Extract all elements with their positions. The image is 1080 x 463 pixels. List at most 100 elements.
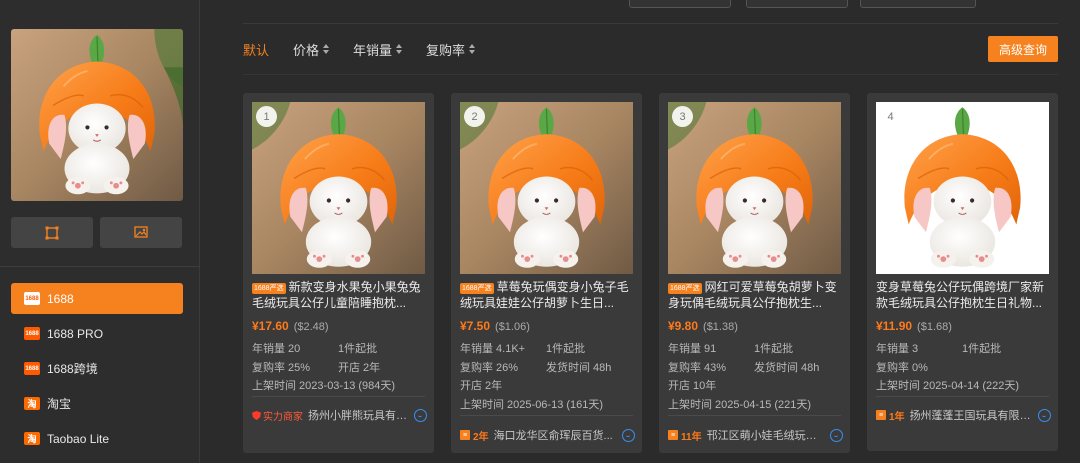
rank-badge: 3 — [672, 106, 693, 127]
1688-logo-icon: 1688 — [24, 292, 40, 305]
product-image[interactable]: 1 — [252, 102, 425, 274]
sidebar-item-label: 1688 PRO — [47, 326, 104, 341]
product-card[interactable]: 1 1688严选 新款变身水果兔小果兔兔毛绒玩具公仔儿童陪睡抱枕... ¥17.6… — [243, 93, 434, 453]
sort-label: 价格 — [293, 42, 320, 58]
1688-logo-icon: 1688 — [24, 362, 40, 375]
shop-age: 开店 2年 — [338, 362, 381, 374]
divider — [243, 74, 1058, 75]
sort-arrows-icon — [396, 44, 403, 54]
product-price: ¥9.80 ($1.38) — [668, 319, 738, 333]
product-price: ¥17.60 ($2.48) — [252, 319, 329, 333]
rank-badge: 1 — [256, 106, 277, 127]
shop-row[interactable]: ≡ 1年 扬州蓬蓬王国玩具有限公... — [876, 407, 1051, 423]
sort-annual-sales[interactable]: 年销量 — [353, 40, 403, 59]
product-price: ¥11.90 ($1.68) — [876, 319, 952, 333]
shop-row[interactable]: ≡ 2年 海口龙华区俞珲辰百货... — [460, 427, 635, 443]
annual-sales: 年销量 91 — [668, 343, 717, 355]
price-cny: ¥9.80 — [668, 319, 699, 333]
sort-default[interactable]: 默认 — [243, 40, 269, 59]
power-merchant-badge: 实力商家 — [252, 408, 303, 423]
card-divider — [668, 415, 841, 416]
sort-bar: 默认 价格 年销量 复购率 — [243, 35, 499, 63]
product-image[interactable]: 2 — [460, 102, 633, 274]
listed-date: 上架时间 2025-04-15 (221天) — [668, 399, 812, 411]
shop-name[interactable]: 扬州蓬蓬王国玩具有限公... — [910, 407, 1032, 423]
shop-years-icon: ≡ — [668, 430, 678, 440]
crop-button[interactable] — [11, 217, 93, 248]
card-divider — [252, 396, 425, 397]
shop-years-icon: ≡ — [876, 410, 886, 420]
repurchase-rate: 复购率 43% — [668, 362, 727, 374]
product-title-text: 变身草莓兔公仔玩偶跨境厂家新款毛绒玩具公仔抱枕生日礼物... — [876, 280, 1045, 310]
shop-name[interactable]: 邗江区萌小娃毛绒玩具... — [707, 427, 824, 443]
sidebar-item-taobao[interactable]: 淘 淘宝 — [11, 388, 183, 419]
listed-date: 上架时间 2025-06-13 (161天) — [460, 399, 604, 411]
sort-repurchase-rate[interactable]: 复购率 — [426, 40, 476, 59]
shield-icon — [252, 410, 261, 420]
product-title[interactable]: 1688严选 草莓兔玩偶变身小兔子毛绒玩具娃娃公仔胡萝卜生日... — [460, 279, 635, 311]
price-usd: ($1.38) — [703, 321, 738, 333]
sort-label: 年销量 — [353, 42, 393, 58]
product-card[interactable]: 4 变身草莓兔公仔玩偶跨境厂家新款毛绒玩具公仔抱枕生日礼物... ¥11.90 (… — [867, 93, 1058, 451]
advanced-search-button[interactable]: 高级查询 — [988, 36, 1058, 62]
filter-control-fragment[interactable] — [746, 0, 848, 8]
price-cny: ¥17.60 — [252, 319, 289, 333]
rank-badge: 2 — [464, 106, 485, 127]
image-search-button[interactable] — [100, 217, 182, 248]
product-image[interactable]: 4 — [876, 102, 1049, 274]
sidebar-divider — [0, 266, 200, 267]
sort-label: 复购率 — [426, 42, 466, 58]
product-image[interactable]: 3 — [668, 102, 841, 274]
chat-icon[interactable] — [1038, 408, 1051, 422]
badge-text: 2年 — [473, 431, 489, 443]
product-title[interactable]: 1688严选 网红可爱草莓兔胡萝卜变身玩偶毛绒玩具公仔抱枕生... — [668, 279, 843, 311]
product-card[interactable]: 2 1688严选 草莓兔玩偶变身小兔子毛绒玩具娃娃公仔胡萝卜生日... ¥7.50… — [451, 93, 642, 453]
source-image-preview — [11, 29, 183, 201]
shop-years-badge: ≡ 1年 — [876, 408, 905, 423]
sidebar-item-label: 1688 — [47, 291, 74, 306]
ship-time: 发货时间 48h — [754, 362, 820, 374]
shop-name[interactable]: 扬州小胖熊玩具有限... — [308, 407, 408, 423]
chat-icon[interactable] — [414, 408, 427, 422]
shop-years-icon: ≡ — [460, 430, 470, 440]
repurchase-rate: 复购率 25% — [252, 362, 311, 374]
annual-sales: 年销量 3 — [876, 343, 919, 355]
card-divider — [460, 415, 633, 416]
shop-row[interactable]: ≡ 11年 邗江区萌小娃毛绒玩具... — [668, 427, 843, 443]
sidebar-item-taobao-lite[interactable]: 淘 Taobao Lite — [11, 423, 183, 454]
repurchase-rate: 复购率 26% — [460, 362, 519, 374]
min-order: 1件起批 — [754, 343, 794, 355]
shop-row[interactable]: 实力商家 扬州小胖熊玩具有限... — [252, 407, 427, 423]
price-cny: ¥11.90 — [876, 319, 913, 333]
listed-date: 上架时间 2023-03-13 (984天) — [252, 380, 396, 392]
product-title[interactable]: 变身草莓兔公仔玩偶跨境厂家新款毛绒玩具公仔抱枕生日礼物... — [876, 279, 1051, 311]
badge-text: 1年 — [889, 411, 905, 423]
filter-control-fragment[interactable] — [629, 0, 731, 8]
price-usd: ($2.48) — [293, 321, 329, 333]
sort-price[interactable]: 价格 — [293, 40, 330, 59]
sidebar-item-1688-cross-border[interactable]: 1688 1688跨境 — [11, 353, 183, 384]
taobao-logo-icon: 淘 — [24, 432, 40, 445]
sidebar-item-1688[interactable]: 1688 1688 — [11, 283, 183, 314]
price-usd: ($1.06) — [495, 321, 530, 333]
sidebar-item-1688-pro[interactable]: 1688 1688 PRO — [11, 318, 183, 349]
badge-text: 实力商家 — [263, 411, 303, 423]
taobao-logo-icon: 淘 — [24, 397, 40, 410]
ship-time: 发货时间 48h — [546, 362, 612, 374]
min-order: 1件起批 — [338, 343, 378, 355]
image-search-icon — [134, 226, 148, 238]
sidebar-item-label: 1688跨境 — [47, 362, 98, 376]
crop-frame-icon — [45, 226, 59, 239]
chat-icon[interactable] — [830, 428, 843, 442]
shop-name[interactable]: 海口龙华区俞珲辰百货... — [494, 427, 616, 443]
product-card[interactable]: 3 1688严选 网红可爱草莓兔胡萝卜变身玩偶毛绒玩具公仔抱枕生... ¥9.80… — [659, 93, 850, 453]
yanxuan-badge: 1688严选 — [668, 283, 702, 294]
filter-control-fragment[interactable] — [860, 0, 976, 8]
yanxuan-badge: 1688严选 — [460, 283, 494, 294]
shop-age: 开店 2年 — [460, 380, 503, 392]
product-title[interactable]: 1688严选 新款变身水果兔小果兔兔毛绒玩具公仔儿童陪睡抱枕... — [252, 279, 427, 311]
listed-date: 上架时间 2025-04-14 (222天) — [876, 380, 1020, 392]
chat-icon[interactable] — [622, 428, 635, 442]
badge-text: 11年 — [681, 431, 702, 443]
annual-sales: 年销量 20 — [252, 343, 301, 355]
